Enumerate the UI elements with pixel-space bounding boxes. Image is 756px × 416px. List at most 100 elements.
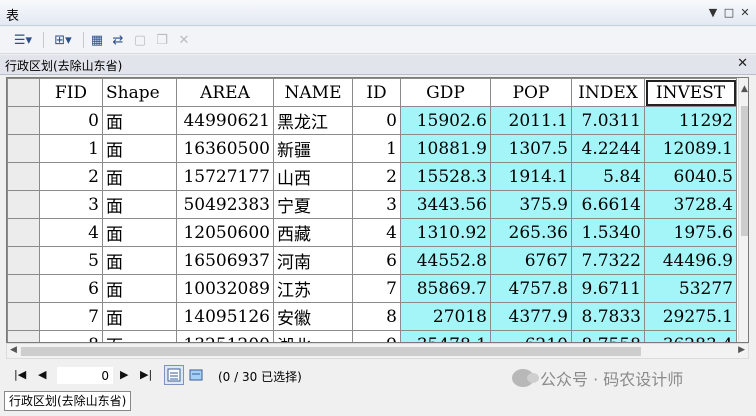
cell-gdp[interactable]: 27018 <box>400 302 491 331</box>
cell-area[interactable]: 10032089 <box>176 274 274 303</box>
switch-selection-icon[interactable]: ⇄ <box>109 31 127 49</box>
cell-fid[interactable]: 5 <box>39 246 103 275</box>
cell-id[interactable]: 7 <box>352 274 401 303</box>
cell-gdp[interactable]: 15528.3 <box>400 162 491 191</box>
row-selector[interactable] <box>7 302 40 331</box>
cell-invest[interactable]: 11292 <box>644 106 737 135</box>
column-header-invest[interactable]: INVEST <box>644 78 737 107</box>
cell-name[interactable]: 江苏 <box>273 274 353 303</box>
show-selected-records-button[interactable] <box>186 365 206 385</box>
cell-name[interactable]: 宁夏 <box>273 190 353 219</box>
row-selector[interactable] <box>7 106 40 135</box>
table-row[interactable]: 1 面 16360500 新疆 1 10881.9 1307.5 4.2244 12089.1 <box>7 134 737 163</box>
cell-area[interactable]: 15727177 <box>176 162 274 191</box>
cell-shape[interactable]: 面 <box>102 246 177 275</box>
scroll-left-icon[interactable]: ◀ <box>10 345 17 355</box>
select-by-attributes-icon[interactable]: ▦ <box>88 31 106 49</box>
cell-shape[interactable]: 面 <box>102 106 177 135</box>
cell-fid[interactable]: 4 <box>39 218 103 247</box>
cell-gdp[interactable]: 10881.9 <box>400 134 491 163</box>
cell-invest[interactable]: 29275.1 <box>644 302 737 331</box>
close-icon[interactable]: ✕ <box>737 56 748 71</box>
table-options-icon[interactable]: ☰▾ <box>8 31 38 49</box>
cell-name[interactable]: 西藏 <box>273 218 353 247</box>
previous-record-icon[interactable]: ◀ <box>38 368 46 381</box>
cell-shape[interactable]: 面 <box>102 330 177 342</box>
current-record-field[interactable]: 0 <box>56 366 114 385</box>
cell-invest[interactable]: 6040.5 <box>644 162 737 191</box>
table-row[interactable]: 5 面 16506937 河南 6 44552.8 6767 7.7322 44496.9 <box>7 246 737 275</box>
cell-pop[interactable]: 4757.8 <box>490 274 572 303</box>
column-header-area[interactable]: AREA <box>176 78 274 107</box>
cell-id[interactable]: 9 <box>352 330 401 342</box>
cell-index[interactable]: 1.5340 <box>571 218 645 247</box>
cell-fid[interactable]: 1 <box>39 134 103 163</box>
horizontal-scrollbar[interactable]: ◀ ▶ <box>6 343 749 359</box>
first-record-icon[interactable]: |◀ <box>14 368 26 381</box>
column-header-id[interactable]: ID <box>352 78 401 107</box>
cell-name[interactable]: 新疆 <box>273 134 353 163</box>
cell-index[interactable]: 8.7833 <box>571 302 645 331</box>
cell-invest[interactable]: 1975.6 <box>644 218 737 247</box>
column-header-index[interactable]: INDEX <box>571 78 645 107</box>
scroll-up-icon[interactable]: ▲ <box>741 84 748 94</box>
layer-tab-label[interactable]: 行政区划(去除山东省) <box>5 57 122 74</box>
table-row[interactable]: 2 面 15727177 山西 2 15528.3 1914.1 5.84 6040.5 <box>7 162 737 191</box>
row-selector[interactable] <box>7 134 40 163</box>
copy-selected-icon[interactable]: ❐ <box>153 31 171 49</box>
cell-fid[interactable]: 6 <box>39 274 103 303</box>
cell-index[interactable]: 6.6614 <box>571 190 645 219</box>
cell-pop[interactable]: 375.9 <box>490 190 572 219</box>
cell-invest[interactable]: 3728.4 <box>644 190 737 219</box>
related-tables-icon[interactable]: ⊞▾ <box>48 31 78 49</box>
cell-id[interactable]: 6 <box>352 246 401 275</box>
cell-name[interactable]: 河南 <box>273 246 353 275</box>
cell-index[interactable]: 8.7558 <box>571 330 645 342</box>
cell-name[interactable]: 湖北 <box>273 330 353 342</box>
cell-area[interactable]: 50492383 <box>176 190 274 219</box>
cell-pop[interactable]: 6210 <box>490 330 572 342</box>
column-header-gdp[interactable]: GDP <box>400 78 491 107</box>
cell-pop[interactable]: 265.36 <box>490 218 572 247</box>
cell-id[interactable]: 2 <box>352 162 401 191</box>
cell-index[interactable]: 7.7322 <box>571 246 645 275</box>
table-row[interactable]: 3 面 50492383 宁夏 3 3443.56 375.9 6.6614 3728.4 <box>7 190 737 219</box>
row-selector[interactable] <box>7 162 40 191</box>
row-selector[interactable] <box>7 218 40 247</box>
cell-invest[interactable]: 53277 <box>644 274 737 303</box>
row-selector[interactable] <box>7 330 40 342</box>
table-row[interactable]: 6 面 10032089 江苏 7 85869.7 4757.8 9.6711 53277 <box>7 274 737 303</box>
cell-pop[interactable]: 1307.5 <box>490 134 572 163</box>
vertical-scrollbar[interactable]: ▲ <box>738 78 748 342</box>
cell-shape[interactable]: 面 <box>102 274 177 303</box>
cell-area[interactable]: 13251200 <box>176 330 274 342</box>
cell-shape[interactable]: 面 <box>102 162 177 191</box>
scroll-right-icon[interactable]: ▶ <box>738 345 745 355</box>
cell-area[interactable]: 14095126 <box>176 302 274 331</box>
column-header-shape[interactable]: Shape <box>102 78 177 107</box>
cell-fid[interactable]: 3 <box>39 190 103 219</box>
maximize-icon[interactable]: □ <box>722 6 736 20</box>
table-row[interactable]: 4 面 12050600 西藏 4 1310.92 265.36 1.5340 1975.6 <box>7 218 737 247</box>
cell-name[interactable]: 山西 <box>273 162 353 191</box>
table-row[interactable]: 8面13251200湖北935478.162108.755836283.4 <box>7 330 737 342</box>
cell-pop[interactable]: 4377.9 <box>490 302 572 331</box>
cell-invest[interactable]: 12089.1 <box>644 134 737 163</box>
bottom-layer-tab[interactable]: 行政区划(去除山东省) <box>4 391 132 411</box>
cell-gdp[interactable]: 1310.92 <box>400 218 491 247</box>
cell-gdp[interactable]: 3443.56 <box>400 190 491 219</box>
cell-name[interactable]: 黑龙江 <box>273 106 353 135</box>
cell-shape[interactable]: 面 <box>102 218 177 247</box>
cell-pop[interactable]: 2011.1 <box>490 106 572 135</box>
cell-gdp[interactable]: 15902.6 <box>400 106 491 135</box>
cell-index[interactable]: 9.6711 <box>571 274 645 303</box>
cell-id[interactable]: 1 <box>352 134 401 163</box>
cell-shape[interactable]: 面 <box>102 302 177 331</box>
table-row[interactable]: 0 面 44990621 黑龙江 0 15902.6 2011.1 7.0311 11292 <box>7 106 737 135</box>
vertical-scroll-thumb[interactable] <box>741 106 748 236</box>
cell-id[interactable]: 3 <box>352 190 401 219</box>
cell-fid[interactable]: 7 <box>39 302 103 331</box>
horizontal-scroll-thumb[interactable] <box>21 347 641 356</box>
row-selector[interactable] <box>7 274 40 303</box>
last-record-icon[interactable]: ▶| <box>140 368 152 381</box>
